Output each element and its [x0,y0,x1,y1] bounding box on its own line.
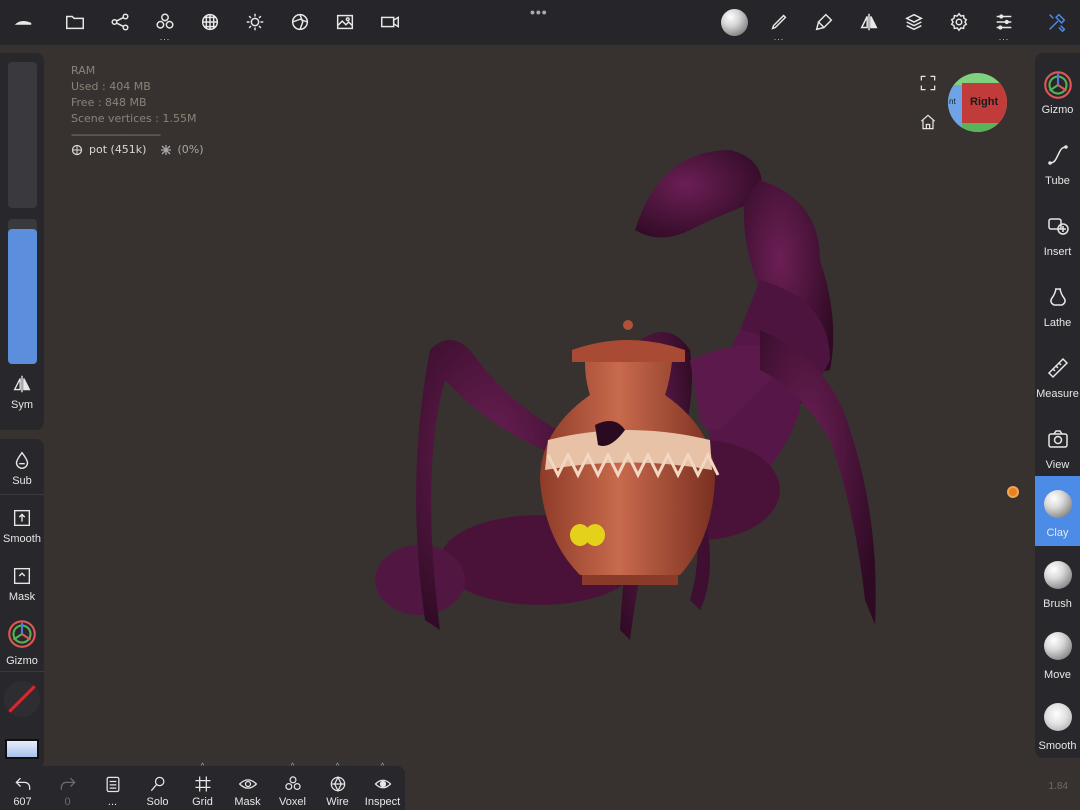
scene-render [375,150,876,640]
gizmo-toggle-button[interactable]: Gizmo [0,617,44,667]
material-icon[interactable] [283,5,317,39]
primitives-icon[interactable]: ... [148,5,182,42]
brush-tool-button[interactable]: Brush [1035,547,1080,617]
color-swatch[interactable] [4,681,40,717]
divider [0,494,44,495]
top-toolbar: ... ••• ... ... [0,0,1080,45]
clay-brush-button[interactable]: Clay [1035,476,1080,546]
material-swatch[interactable] [5,739,39,759]
object-percent: (0%) [177,143,204,156]
brush-stroke-icon[interactable] [807,5,841,39]
smooth-toggle-button[interactable]: Smooth [0,507,44,545]
fullscreen-icon[interactable] [918,73,938,93]
solo-button[interactable]: Solo [135,766,180,810]
redo-button[interactable]: 0 [45,766,90,810]
creature-model [375,150,876,640]
insert-tool-button[interactable]: Insert [1035,195,1080,265]
drag-handle[interactable]: ••• [530,4,548,20]
scene-graph-icon[interactable] [103,5,137,39]
folder-icon[interactable] [58,5,92,39]
selected-object-row[interactable]: pot (451k) (0%) [71,143,204,156]
wireframe-button[interactable]: ^ Wire [315,763,360,810]
voxel-button[interactable]: ^ Voxel [270,763,315,810]
view-cube-face-label: Right [970,96,999,108]
sub-button[interactable]: Sub [0,449,44,487]
mask-view-button[interactable]: Mask [225,766,270,810]
pivot-point[interactable] [1007,486,1019,498]
ram-used: Used : 404 MB [71,80,151,93]
stats-separator: ------------------------------ [71,128,161,141]
brush-sphere-icon [1043,561,1072,589]
measure-tool-button[interactable]: Measure [1035,337,1080,407]
layers-icon[interactable] [897,5,931,39]
bottom-toolbar: 607 0 ... Solo ^ Grid Mask ^ Voxel ^ Wir… [0,763,405,810]
inspect-button[interactable]: ^ Inspect [360,763,405,810]
grid-button[interactable]: ^ Grid [180,763,225,810]
stats-overlay: RAM Used : 404 MB Free : 848 MB Scene ve… [71,63,196,143]
right-tool-panel: Gizmo Tube Insert Lathe Measure View Cla… [1035,53,1080,758]
undo-button[interactable]: 607 [0,766,45,810]
tube-tool-button[interactable]: Tube [1035,124,1080,194]
paint-icon[interactable]: ... [762,5,796,42]
sphere-object-icon [71,144,83,155]
left-slider-panel: Sym [0,53,44,430]
home-icon[interactable] [918,112,938,132]
logo-icon[interactable] [6,5,40,39]
intensity-slider-fill[interactable] [8,229,37,364]
object-name: pot (451k) [89,143,147,156]
history-button[interactable]: ... [90,766,135,810]
sliders-icon[interactable]: ... [987,5,1021,42]
move-sphere-icon [1043,632,1072,660]
settings-icon[interactable] [942,5,976,39]
tools-icon[interactable] [1040,5,1074,39]
mask-toggle-button[interactable]: Mask [0,565,44,603]
version-label: 1.84 [1048,781,1068,792]
radius-slider[interactable] [8,62,37,208]
sym-button[interactable]: Sym [0,373,44,411]
symmetry-icon[interactable] [852,5,886,39]
gizmo-tool-button[interactable]: Gizmo [1035,53,1080,123]
ram-free: Free : 848 MB [71,96,147,109]
sphere-mesh-icon[interactable] [193,5,227,39]
lathe-tool-button[interactable]: Lathe [1035,266,1080,336]
smooth-tool-button[interactable]: Smooth [1035,689,1080,759]
divider [0,671,44,672]
left-tool-panel: Sub Smooth Mask Gizmo [0,439,44,769]
video-icon[interactable] [373,5,407,39]
scene-vertices: Scene vertices : 1.55M [71,112,197,125]
smooth-sphere-icon [1043,703,1072,731]
3d-viewport[interactable] [45,45,1035,810]
ram-label: RAM [71,64,96,77]
view-tool-button[interactable]: View [1035,408,1080,478]
view-cube-left-label: nt [949,97,956,106]
image-icon[interactable] [328,5,362,39]
light-icon[interactable] [238,5,272,39]
move-tool-button[interactable]: Move [1035,618,1080,688]
clay-sphere-icon [1043,490,1072,518]
decimate-icon [161,144,172,155]
matcap-icon[interactable] [717,5,751,39]
